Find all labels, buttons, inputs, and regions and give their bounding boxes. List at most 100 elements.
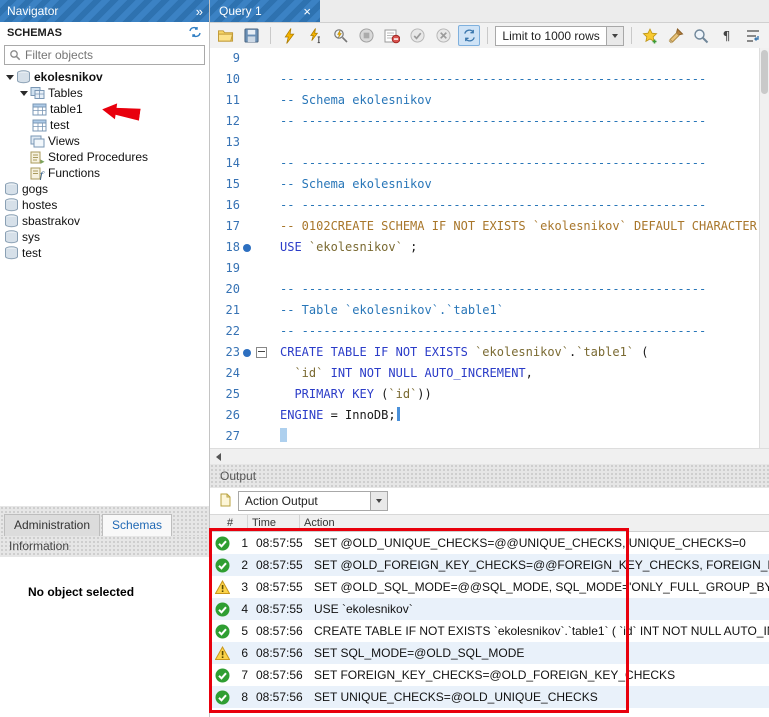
toolbar-separator (487, 27, 488, 44)
code-text: USE `ekolesnikov` ; (268, 237, 417, 258)
fold-column (254, 321, 268, 342)
code-line-11: 11-- Schema ekolesnikov (210, 90, 769, 111)
code-line-20: 20-- -----------------------------------… (210, 279, 769, 300)
tab-schemas[interactable]: Schemas (102, 514, 172, 536)
success-icon (210, 558, 234, 573)
save-snippet-button[interactable] (639, 25, 662, 46)
save-script-button[interactable] (241, 25, 264, 46)
line-number: 10 (210, 69, 240, 90)
output-row-1[interactable]: 108:57:55SET @OLD_UNIQUE_CHECKS=@@UNIQUE… (210, 532, 769, 554)
fold-column (254, 90, 268, 111)
row-time: 08:57:56 (248, 646, 308, 660)
dropdown-arrow-icon[interactable] (606, 27, 623, 45)
schema-icon (4, 230, 21, 244)
gutter-marker-column (240, 48, 254, 69)
output-header-label: Output (220, 469, 256, 483)
schema-icon (4, 214, 21, 228)
tree-item-functions[interactable]: fFunctions (0, 165, 209, 181)
gutter-marker-column (240, 132, 254, 153)
open-script-button[interactable] (215, 25, 238, 46)
output-row-6[interactable]: 608:57:56SET SQL_MODE=@OLD_SQL_MODE (210, 642, 769, 664)
beautify-button[interactable] (664, 25, 687, 46)
schema-icon (4, 246, 21, 260)
tree-item-hostes[interactable]: hostes (0, 197, 209, 213)
refresh-schemas-icon[interactable] (188, 26, 202, 41)
toggle-stop-on-error-button[interactable] (381, 25, 404, 46)
output-row-8[interactable]: 808:57:56SET UNIQUE_CHECKS=@OLD_UNIQUE_C… (210, 686, 769, 708)
filter-row (0, 44, 209, 69)
output-toolbar: Action Output (210, 488, 769, 514)
success-icon (210, 536, 234, 551)
execute-script-button[interactable] (278, 25, 301, 46)
output-row-2[interactable]: 208:57:55SET @OLD_FOREIGN_KEY_CHECKS=@@F… (210, 554, 769, 576)
code-text: -- -------------------------------------… (268, 279, 706, 300)
row-number: 6 (234, 646, 248, 660)
toolbar-separator (270, 27, 271, 44)
tree-item-ekolesnikov[interactable]: ekolesnikov (0, 69, 209, 85)
tree-item-test[interactable]: test (0, 117, 209, 133)
expander-down-icon[interactable] (18, 91, 30, 96)
gutter-marker-column (240, 69, 254, 90)
close-tab-icon[interactable]: × (303, 5, 311, 18)
stored-procedures-icon (30, 151, 47, 164)
limit-rows-dropdown[interactable]: Limit to 1000 rows (495, 26, 623, 46)
tree-item-label: test (49, 118, 69, 132)
line-number: 13 (210, 132, 240, 153)
tab-query-1[interactable]: Query 1 × (210, 0, 320, 22)
query-tab-label: Query 1 (219, 4, 262, 18)
execute-statement-button[interactable] (304, 25, 327, 46)
output-row-3[interactable]: 308:57:55SET @OLD_SQL_MODE=@@SQL_MODE, S… (210, 576, 769, 598)
tree-item-test[interactable]: test (0, 245, 209, 261)
fold-column (254, 426, 268, 447)
find-button[interactable] (690, 25, 713, 46)
fold-collapse-icon[interactable] (256, 347, 267, 358)
output-view-selector[interactable]: Action Output (238, 491, 388, 511)
gutter-marker-column (240, 237, 254, 258)
row-time: 08:57:55 (248, 558, 308, 572)
fold-column (254, 237, 268, 258)
tables-folder-icon (30, 86, 47, 100)
filter-objects-input[interactable] (4, 45, 205, 65)
scrollbar-thumb[interactable] (761, 50, 768, 94)
code-text (268, 426, 287, 447)
fold-column (254, 342, 268, 363)
tree-item-gogs[interactable]: gogs (0, 181, 209, 197)
explain-button[interactable] (330, 25, 353, 46)
tab-administration[interactable]: Administration (4, 514, 100, 536)
invisibles-button[interactable]: ¶ (716, 25, 739, 46)
rollback-button[interactable] (432, 25, 455, 46)
tree-item-table1[interactable]: table1 (0, 101, 209, 117)
tree-item-tables[interactable]: Tables (0, 85, 209, 101)
tree-item-views[interactable]: Views (0, 133, 209, 149)
code-text: PRIMARY KEY (`id`)) (268, 384, 432, 405)
output-row-4[interactable]: 408:57:55USE `ekolesnikov` (210, 598, 769, 620)
scroll-left-icon[interactable] (210, 449, 226, 465)
toolbar-separator (631, 27, 632, 44)
tree-item-label: table1 (49, 102, 83, 116)
code-text: -- Schema ekolesnikov (268, 90, 432, 111)
collapse-panel-icon[interactable]: » (196, 4, 202, 19)
dropdown-arrow-icon[interactable] (370, 492, 387, 510)
statement-marker-icon (243, 349, 251, 357)
row-action: SET UNIQUE_CHECKS=@OLD_UNIQUE_CHECKS (308, 690, 769, 704)
row-number: 7 (234, 668, 248, 682)
tree-item-sys[interactable]: sys (0, 229, 209, 245)
output-row-7[interactable]: 708:57:56SET FOREIGN_KEY_CHECKS=@OLD_FOR… (210, 664, 769, 686)
code-line-23: 23CREATE TABLE IF NOT EXISTS `ekolesniko… (210, 342, 769, 363)
stop-button[interactable] (355, 25, 378, 46)
gutter-marker-column (240, 111, 254, 132)
wrap-text-button[interactable] (741, 25, 764, 46)
editor-vertical-scrollbar[interactable] (759, 48, 769, 448)
commit-button[interactable] (406, 25, 429, 46)
sql-editor[interactable]: 910-- ----------------------------------… (210, 48, 769, 448)
tree-item-sbastrakov[interactable]: sbastrakov (0, 213, 209, 229)
code-line-21: 21-- Table `ekolesnikov`.`table1` (210, 300, 769, 321)
views-icon (30, 135, 47, 148)
autocommit-button[interactable] (458, 25, 481, 46)
warning-icon (210, 580, 234, 595)
output-row-5[interactable]: 508:57:56CREATE TABLE IF NOT EXISTS `eko… (210, 620, 769, 642)
expander-down-icon[interactable] (4, 75, 16, 80)
editor-horizontal-scrollbar[interactable] (210, 448, 769, 464)
tree-item-stored-procedures[interactable]: Stored Procedures (0, 149, 209, 165)
gutter-marker-column (240, 300, 254, 321)
